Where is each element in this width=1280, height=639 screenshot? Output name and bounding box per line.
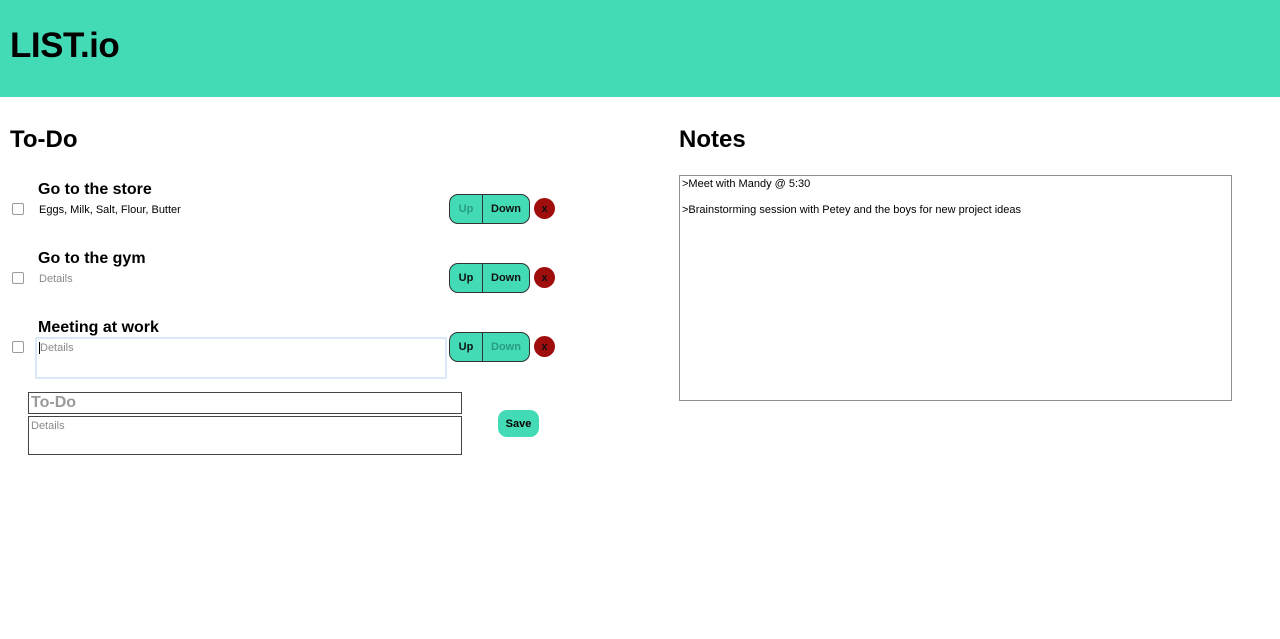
details-placeholder: Details (31, 420, 65, 432)
new-todo-title-input[interactable]: To-Do (28, 392, 462, 414)
title-placeholder: To-Do (31, 394, 77, 411)
task-details[interactable]: Eggs, Milk, Salt, Flour, Butter (39, 204, 181, 217)
task-title: Meeting at work (38, 319, 159, 336)
todo-item: Go to the store Eggs, Milk, Salt, Flour,… (0, 178, 600, 238)
task-details[interactable]: Details (39, 273, 73, 286)
todo-item: Meeting at work Details Up Down x (0, 316, 600, 379)
reorder-controls: Up Down (449, 194, 530, 224)
task-checkbox[interactable] (12, 203, 24, 215)
delete-task-button[interactable]: x (534, 267, 555, 288)
app-header: LIST.io (0, 0, 1280, 97)
task-checkbox[interactable] (12, 341, 24, 353)
move-down-button[interactable]: Down (483, 333, 529, 361)
task-title: Go to the store (38, 181, 152, 198)
brand-logo: LIST.io (10, 26, 120, 65)
note-line: >Meet with Mandy @ 5:30 (682, 178, 811, 190)
todo-item: Go to the gym Details Up Down x (0, 247, 600, 307)
move-up-button[interactable]: Up (450, 264, 483, 292)
delete-task-button[interactable]: x (534, 198, 555, 219)
notes-textarea[interactable]: >Meet with Mandy @ 5:30 >Brainstorming s… (679, 175, 1232, 401)
details-placeholder: Details (40, 342, 74, 354)
task-title: Go to the gym (38, 250, 146, 267)
save-button[interactable]: Save (498, 410, 539, 437)
task-checkbox[interactable] (12, 272, 24, 284)
move-up-button[interactable]: Up (450, 333, 483, 361)
move-up-button[interactable]: Up (450, 195, 483, 223)
move-down-button[interactable]: Down (483, 195, 529, 223)
move-down-button[interactable]: Down (483, 264, 529, 292)
reorder-controls: Up Down (449, 332, 530, 362)
todo-section-title: To-Do (10, 126, 78, 153)
task-details-input[interactable]: Details (35, 337, 447, 379)
notes-section-title: Notes (679, 126, 746, 153)
reorder-controls: Up Down (449, 263, 530, 293)
delete-task-button[interactable]: x (534, 336, 555, 357)
note-line: >Brainstorming session with Petey and th… (682, 204, 1022, 216)
new-todo-details-input[interactable]: Details (28, 416, 462, 455)
